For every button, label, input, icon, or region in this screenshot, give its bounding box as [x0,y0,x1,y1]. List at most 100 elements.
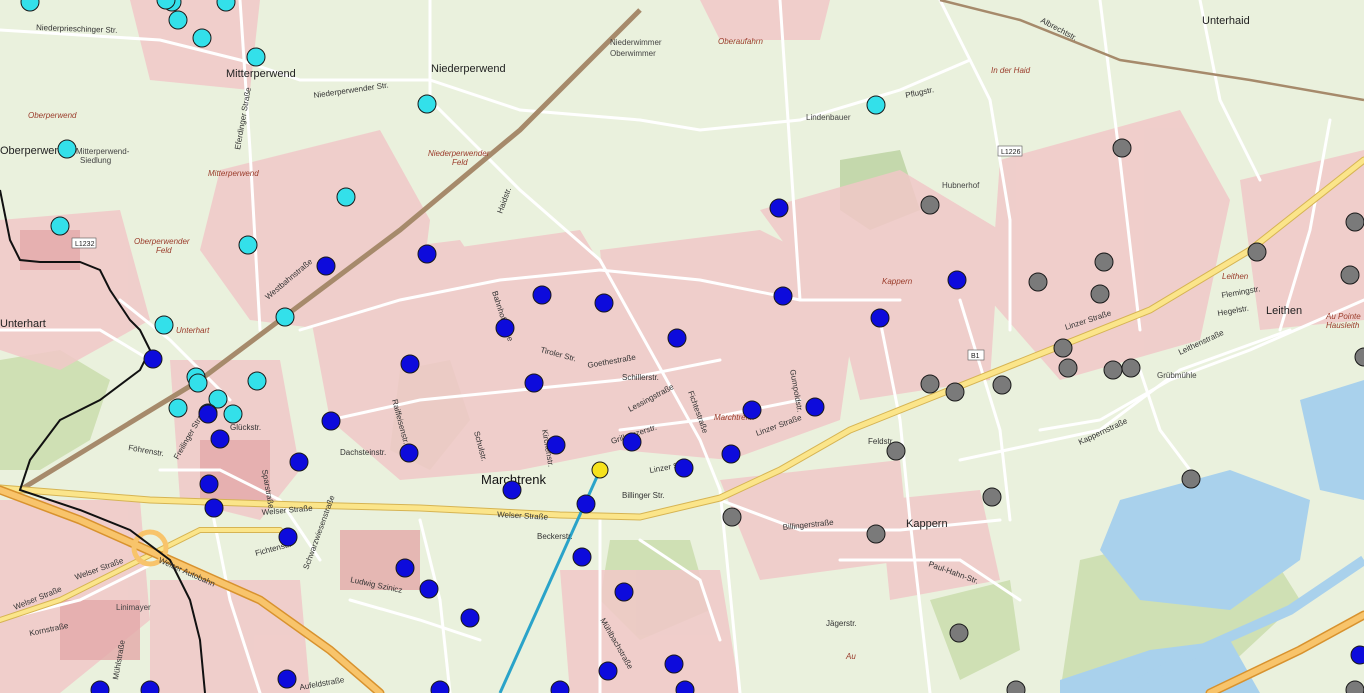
road-beckerstr: Beckerstr. [537,532,573,541]
cyan-marker-17[interactable] [223,404,243,424]
cyan-marker-8[interactable] [50,216,70,236]
blue-marker-34[interactable] [773,286,793,306]
blue-marker-1[interactable] [417,244,437,264]
shield-l1232: L1232 [75,241,95,248]
cyan-marker-3[interactable] [246,47,266,67]
blue-marker-17[interactable] [289,452,309,472]
blue-marker-7[interactable] [143,349,163,369]
gray-marker-9[interactable] [1053,338,1073,358]
cyan-marker-10[interactable] [275,307,295,327]
blue-marker-14[interactable] [622,432,642,452]
blue-marker-15[interactable] [210,429,230,449]
place-huebnerhof: Hubnerhof [942,181,980,190]
shield-b1: B1 [971,353,980,360]
gray-marker-7[interactable] [1345,212,1364,232]
blue-marker-19[interactable] [674,458,694,478]
cyan-marker-6[interactable] [57,139,77,159]
gray-marker-22[interactable] [949,623,969,643]
field-oberperwend: Oberperwend [28,111,77,120]
blue-marker-30[interactable] [598,661,618,681]
gray-marker-20[interactable] [722,507,742,527]
place-mitterperwend-siedlung-1: Mitterperwend- [76,147,130,156]
place-kappern: Kappern [906,518,948,530]
blue-marker-5[interactable] [495,318,515,338]
blue-marker-4[interactable] [594,293,614,313]
cyan-marker-13[interactable] [188,373,208,393]
yellow-marker-1[interactable] [591,461,609,479]
field-au-pointe-1: Au Pointe [1325,312,1361,321]
blue-marker-23[interactable] [576,494,596,514]
gray-marker-10[interactable] [1058,358,1078,378]
blue-marker-8[interactable] [400,354,420,374]
place-mitterperwend-siedlung-2: Siedlung [80,156,111,165]
place-niederperwend: Niederperwend [431,63,506,75]
gray-marker-12[interactable] [1121,358,1141,378]
place-lindenbauer: Lindenbauer [806,113,851,122]
blue-marker-27[interactable] [419,579,439,599]
gray-marker-8[interactable] [1340,265,1360,285]
blue-marker-26[interactable] [395,558,415,578]
gray-marker-13[interactable] [920,374,940,394]
map-canvas[interactable]: Marchtrenk Niederperwend Mitterperwend O… [0,0,1364,693]
cyan-marker-16[interactable] [168,398,188,418]
blue-marker-37[interactable] [1350,645,1364,665]
cyan-marker-7[interactable] [336,187,356,207]
blue-marker-16[interactable] [399,443,419,463]
blue-marker-9[interactable] [524,373,544,393]
field-oberaufahrn: Oberaufahrn [718,37,763,46]
place-leithen: Leithen [1266,305,1302,317]
field-niederperwender-2: Feld [452,158,468,167]
place-unterhaid: Unterhaid [1202,15,1250,27]
field-unterhart: Unterhart [176,326,210,335]
field-mitterperwend: Mitterperwend [208,169,259,178]
blue-marker-6[interactable] [667,328,687,348]
gray-marker-5[interactable] [1028,272,1048,292]
blue-marker-40[interactable] [198,404,218,424]
blue-marker-2[interactable] [316,256,336,276]
gray-marker-1[interactable] [1112,138,1132,158]
blue-marker-20[interactable] [199,474,219,494]
gray-marker-18[interactable] [1181,469,1201,489]
gray-marker-4[interactable] [1094,252,1114,272]
road-dachsteinstr: Dachsteinstr. [340,448,386,457]
place-mitterperwend: Mitterperwend [226,68,296,80]
cyan-marker-2[interactable] [192,28,212,48]
field-oberperwender-2: Feld [156,246,172,255]
field-oberperwender-1: Oberperwender [134,237,190,246]
gray-marker-15[interactable] [992,375,1012,395]
blue-marker-33[interactable] [769,198,789,218]
blue-marker-35[interactable] [870,308,890,328]
gray-marker-21[interactable] [866,524,886,544]
gray-marker-6[interactable] [1090,284,1110,304]
blue-marker-18[interactable] [721,444,741,464]
blue-marker-29[interactable] [460,608,480,628]
place-niederwimmer: Niederwimmer [610,38,662,47]
gray-marker-14[interactable] [945,382,965,402]
gray-marker-3[interactable] [1247,242,1267,262]
cyan-marker-5[interactable] [866,95,886,115]
cyan-marker-11[interactable] [154,315,174,335]
blue-marker-28[interactable] [614,582,634,602]
blue-marker-12[interactable] [805,397,825,417]
blue-marker-32[interactable] [277,669,297,689]
cyan-marker-14[interactable] [247,371,267,391]
blue-marker-11[interactable] [742,400,762,420]
blue-marker-3[interactable] [532,285,552,305]
cyan-marker-9[interactable] [238,235,258,255]
blue-marker-36[interactable] [947,270,967,290]
cyan-marker-1[interactable] [168,10,188,30]
place-gruebmuehle: Grübmühle [1157,371,1197,380]
blue-marker-13[interactable] [546,435,566,455]
field-au: Au [845,652,856,661]
gray-marker-19[interactable] [982,487,1002,507]
blue-marker-31[interactable] [664,654,684,674]
blue-marker-10[interactable] [321,411,341,431]
blue-marker-22[interactable] [204,498,224,518]
cyan-marker-4[interactable] [417,94,437,114]
gray-marker-17[interactable] [886,441,906,461]
blue-marker-25[interactable] [572,547,592,567]
gray-marker-2[interactable] [920,195,940,215]
blue-marker-24[interactable] [278,527,298,547]
blue-marker-21[interactable] [502,480,522,500]
gray-marker-11[interactable] [1103,360,1123,380]
